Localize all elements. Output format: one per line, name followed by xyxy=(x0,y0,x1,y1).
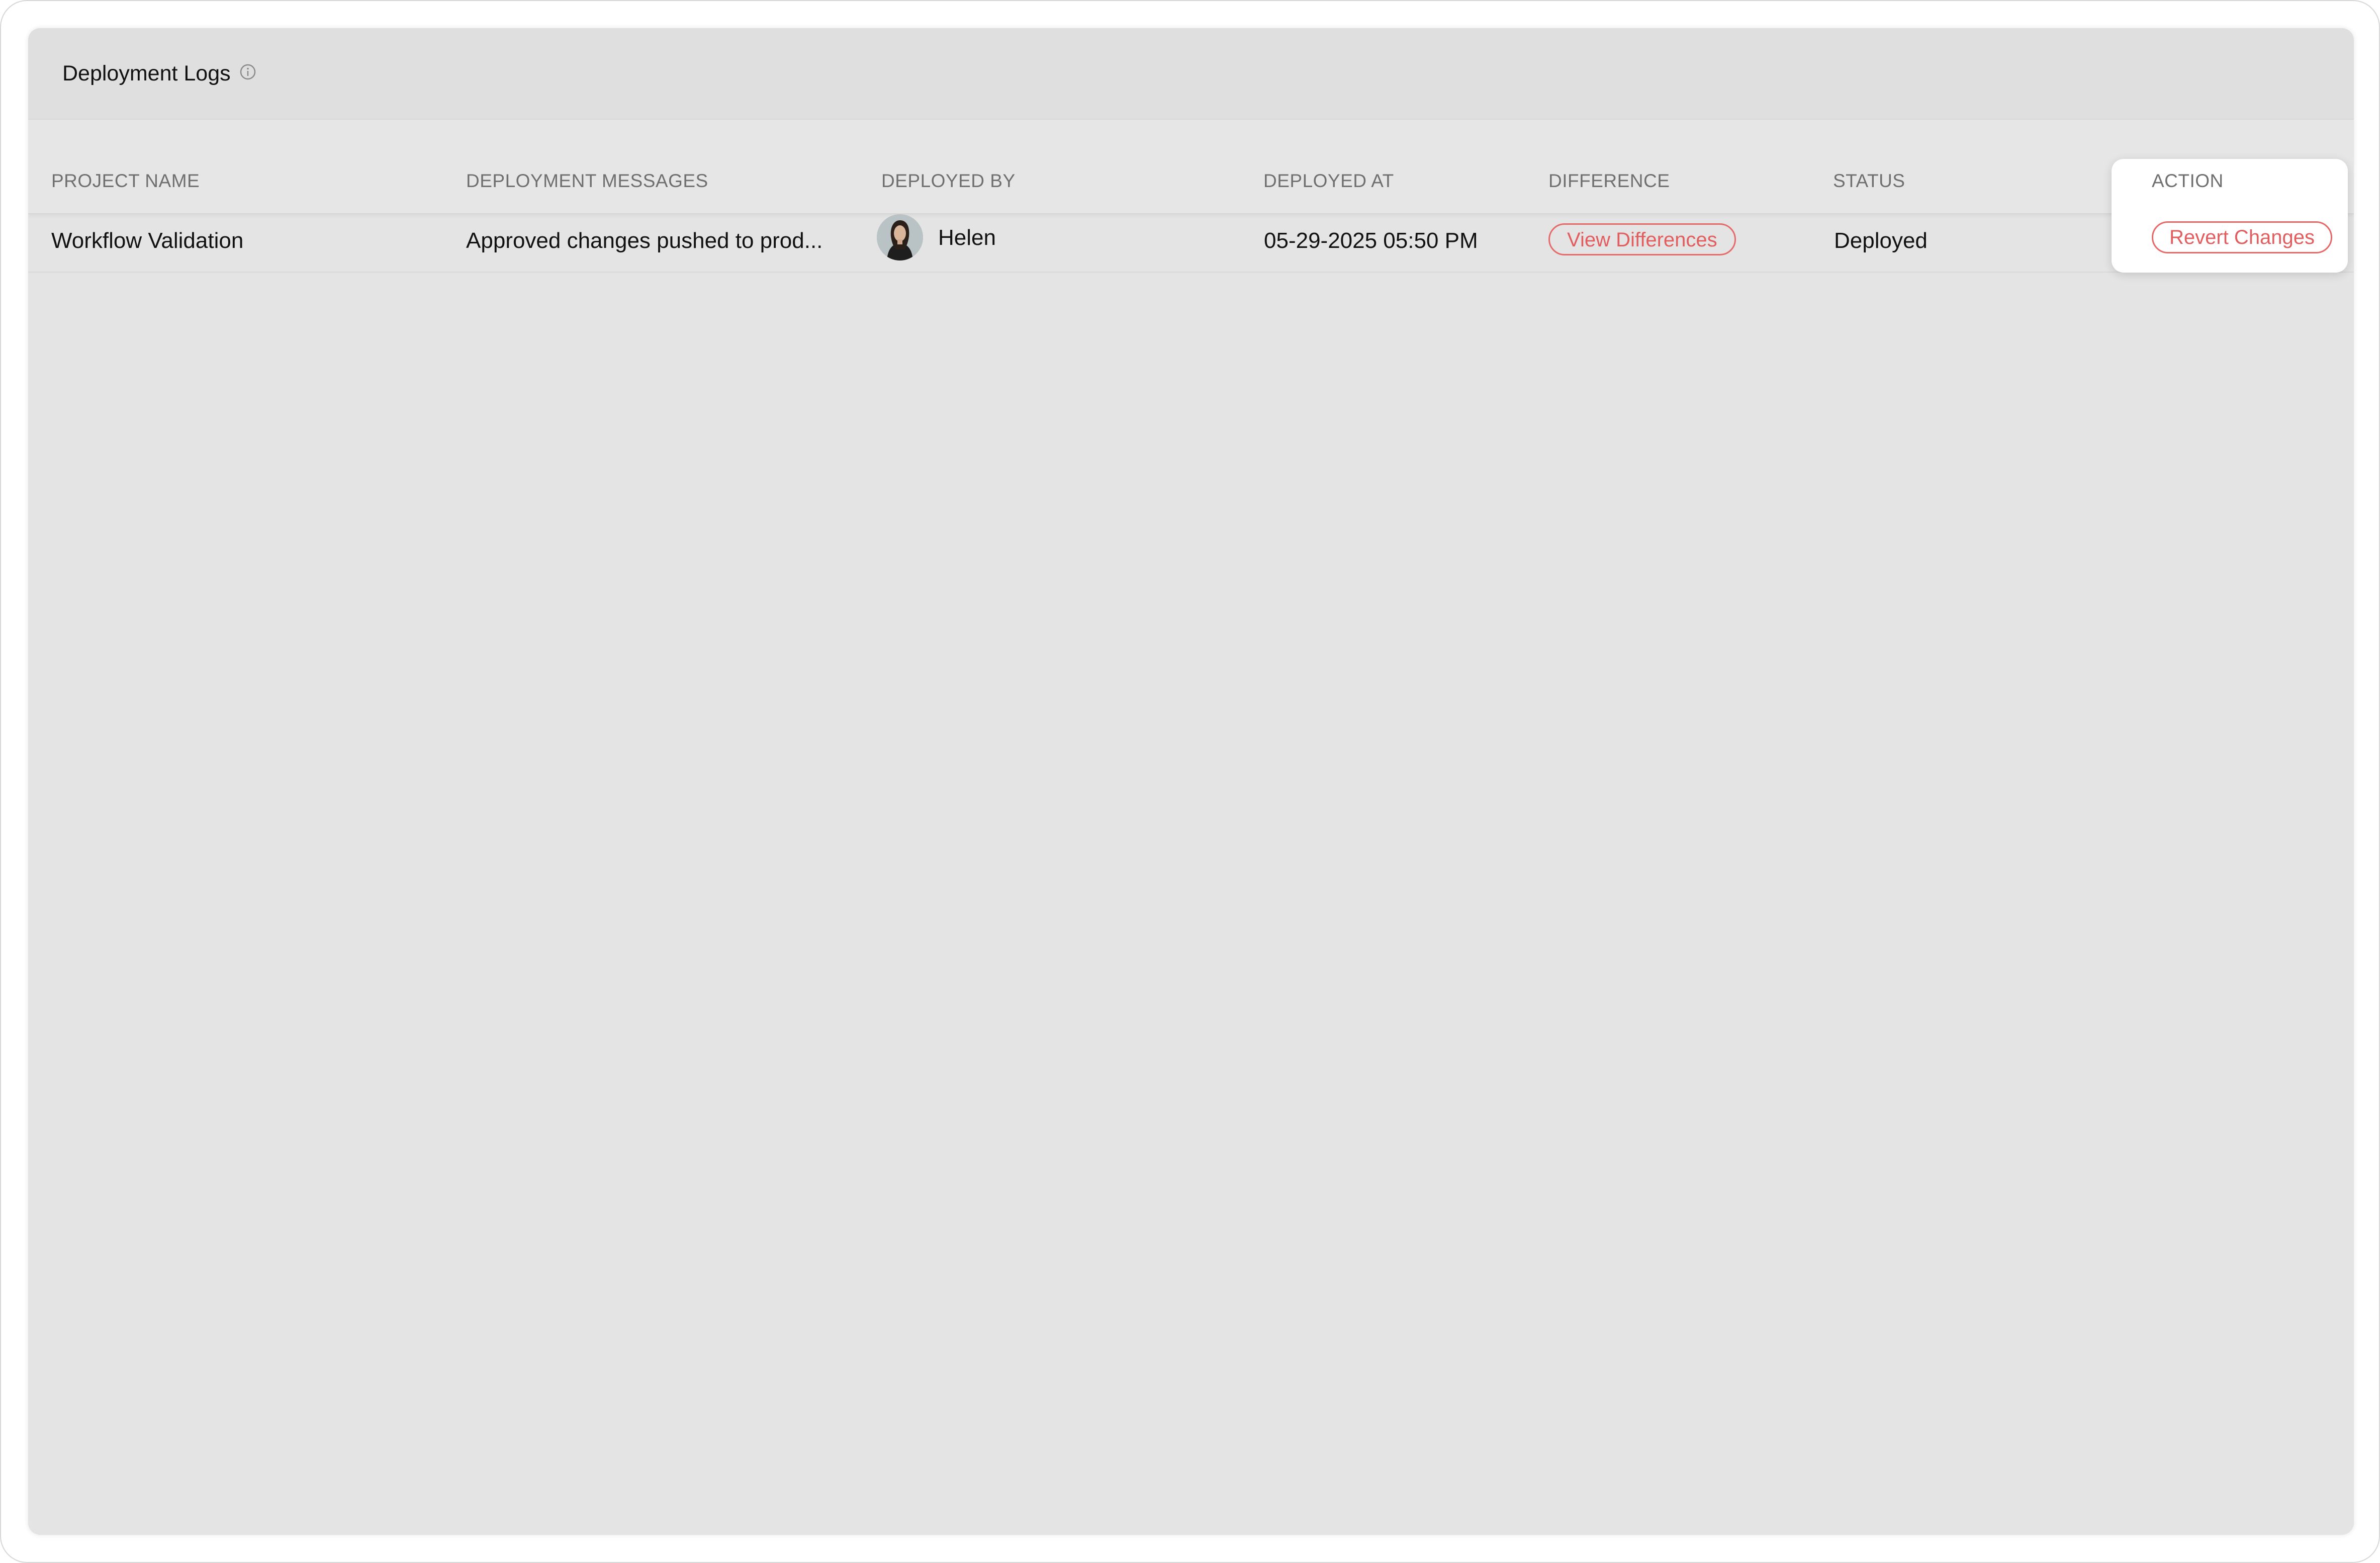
status-cell: Deployed xyxy=(1834,228,1928,253)
view-differences-button[interactable]: View Differences xyxy=(1548,223,1736,255)
table-header-row: PROJECT NAME DEPLOYMENT MESSAGES DEPLOYE… xyxy=(28,120,2354,214)
column-header-project-name[interactable]: PROJECT NAME xyxy=(51,170,200,192)
column-header-difference[interactable]: DIFFERENCE xyxy=(1548,170,1670,192)
panel-title: Deployment Logs xyxy=(62,61,231,85)
action-column-highlight: ACTION Revert Changes xyxy=(2112,159,2348,273)
column-header-action[interactable]: ACTION xyxy=(2152,170,2224,192)
column-header-deployed-by[interactable]: DEPLOYED BY xyxy=(881,170,1016,192)
revert-changes-button[interactable]: Revert Changes xyxy=(2152,221,2333,253)
project-name-cell: Workflow Validation xyxy=(51,228,244,253)
info-circle-icon[interactable] xyxy=(239,63,256,80)
panel-header: Deployment Logs xyxy=(28,28,2354,120)
deployment-logs-panel: Deployment Logs PROJECT NAME DEPLOYMENT … xyxy=(28,28,2354,1535)
table-row[interactable]: Workflow Validation Approved changes pus… xyxy=(28,214,2354,273)
app-frame: Deployment Logs PROJECT NAME DEPLOYMENT … xyxy=(0,0,2380,1563)
column-header-status[interactable]: STATUS xyxy=(1833,170,1905,192)
deployment-message-cell: Approved changes pushed to prod... xyxy=(466,228,823,253)
deployed-at-cell: 05-29-2025 05:50 PM xyxy=(1264,228,1478,253)
user-avatar xyxy=(877,214,923,260)
column-header-deployed-at[interactable]: DEPLOYED AT xyxy=(1263,170,1394,192)
column-header-deployment-messages[interactable]: DEPLOYMENT MESSAGES xyxy=(466,170,708,192)
deployed-by-name: Helen xyxy=(938,225,996,250)
